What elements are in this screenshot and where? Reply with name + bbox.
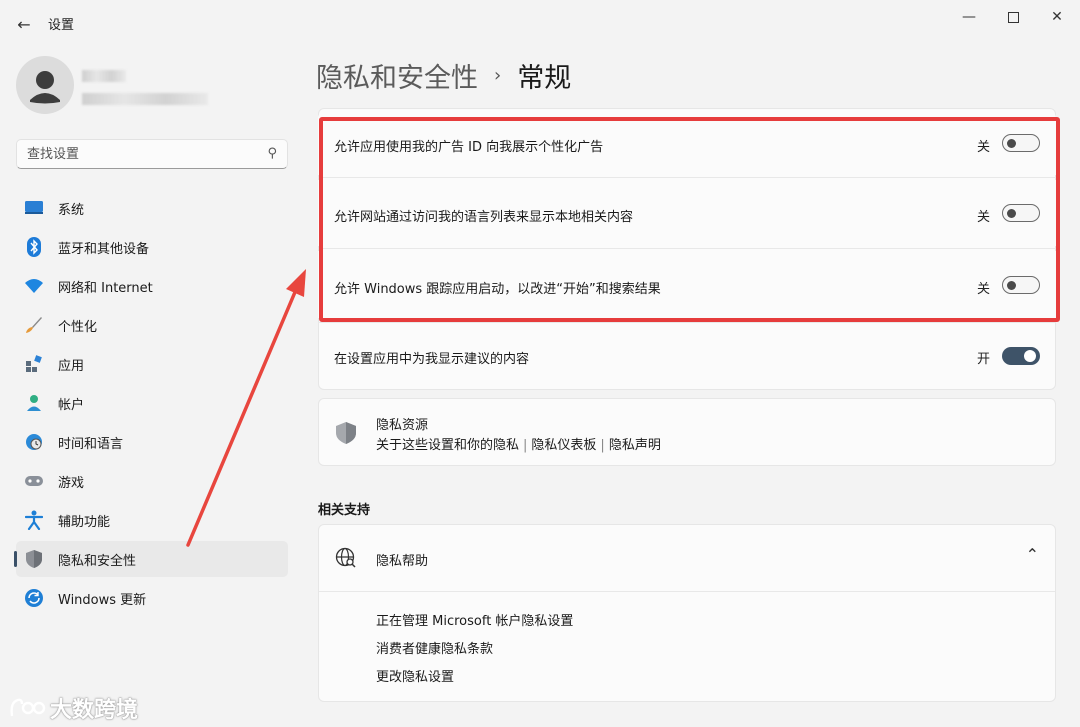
update-icon xyxy=(24,588,44,608)
annotation-arrow xyxy=(186,269,306,547)
active-indicator xyxy=(14,551,17,567)
watermark-text: 大数跨境 xyxy=(50,698,139,723)
privacy-link-about[interactable]: 关于这些设置和你的隐私 xyxy=(376,438,519,453)
link-separator: | xyxy=(600,438,605,453)
wifi-icon xyxy=(24,276,44,296)
setting-row-language-list: 允许网站通过访问我的语言列表来显示本地相关内容 关 xyxy=(318,180,1056,246)
person-icon xyxy=(24,393,44,413)
search-input[interactable] xyxy=(17,140,277,168)
sidebar-item-label: 系统 xyxy=(58,202,85,218)
sidebar-item-label: 网络和 Internet xyxy=(58,280,153,296)
brush-icon xyxy=(24,315,44,335)
breadcrumb: 隐私和安全性 › 常规 xyxy=(316,56,571,95)
language-list-toggle[interactable] xyxy=(1002,204,1040,222)
help-link-change-settings[interactable]: 更改隐私设置 xyxy=(376,666,454,685)
person-silhouette-icon xyxy=(30,71,60,104)
close-button[interactable]: ✕ xyxy=(1034,6,1080,28)
close-icon: ✕ xyxy=(1051,9,1063,25)
gamepad-icon xyxy=(24,471,44,491)
divider xyxy=(318,177,1056,178)
app-title: 设置 xyxy=(48,18,75,33)
suggested-content-toggle[interactable] xyxy=(1002,347,1040,365)
help-link-microsoft-account[interactable]: 正在管理 Microsoft 帐户隐私设置 xyxy=(376,610,573,629)
setting-label: 允许 Windows 跟踪应用启动，以改进“开始”和搜索结果 xyxy=(334,282,661,297)
privacy-help-header[interactable]: 隐私帮助 ⌃ xyxy=(319,525,1055,592)
watermark: 大数跨境 xyxy=(8,692,138,724)
watermark-logo-icon xyxy=(10,698,46,717)
search-box[interactable]: ⚲ xyxy=(16,139,288,169)
sidebar-item-windows-update[interactable]: Windows 更新 xyxy=(16,580,288,616)
privacy-resources-links: 关于这些设置和你的隐私 | 隐私仪表板 | 隐私声明 xyxy=(376,434,661,453)
divider xyxy=(318,248,1056,249)
system-icon xyxy=(24,198,44,218)
section-title-related-support: 相关支持 xyxy=(318,503,371,518)
help-link-consumer-health[interactable]: 消费者健康隐私条款 xyxy=(376,638,493,657)
globe-clock-icon xyxy=(24,432,44,452)
toggle-state-text: 开 xyxy=(976,352,990,367)
sidebar-item-label: 应用 xyxy=(58,358,85,374)
privacy-help-title: 隐私帮助 xyxy=(376,554,429,569)
sidebar-item-label: 游戏 xyxy=(58,475,85,491)
setting-label: 允许网站通过访问我的语言列表来显示本地相关内容 xyxy=(334,210,634,225)
breadcrumb-parent[interactable]: 隐私和安全性 xyxy=(316,56,478,95)
back-arrow-icon: ← xyxy=(17,14,31,34)
setting-label: 在设置应用中为我显示建议的内容 xyxy=(334,352,530,367)
bluetooth-icon xyxy=(24,237,44,257)
sidebar-item-label: 辅助功能 xyxy=(58,514,111,530)
sidebar-item-label: 个性化 xyxy=(58,319,98,335)
ad-id-toggle[interactable] xyxy=(1002,134,1040,152)
chevron-right-icon: › xyxy=(494,65,502,86)
privacy-resources-card: 隐私资源 关于这些设置和你的隐私 | 隐私仪表板 | 隐私声明 xyxy=(318,398,1056,466)
back-button[interactable]: ← xyxy=(10,10,38,38)
page-title: 常规 xyxy=(517,63,572,94)
setting-row-suggested-content: 在设置应用中为我显示建议的内容 开 xyxy=(318,323,1056,389)
chevron-up-icon[interactable]: ⌃ xyxy=(1026,545,1039,564)
sidebar-item-label: 帐户 xyxy=(58,397,85,413)
search-icon[interactable]: ⚲ xyxy=(267,146,277,161)
sidebar-item-label: 隐私和安全性 xyxy=(58,553,137,569)
setting-row-ad-id: 允许应用使用我的广告 ID 向我展示个性化广告 关 xyxy=(318,112,1056,175)
minimize-button[interactable]: — xyxy=(946,6,992,28)
apps-icon xyxy=(24,354,44,374)
privacy-link-dashboard[interactable]: 隐私仪表板 xyxy=(531,438,596,453)
shield-icon xyxy=(24,549,44,569)
sidebar-item-label: 时间和语言 xyxy=(58,436,124,452)
privacy-link-statement[interactable]: 隐私声明 xyxy=(609,438,661,453)
toggle-state-text: 关 xyxy=(976,140,990,155)
minimize-icon: — xyxy=(962,9,976,25)
setting-row-app-launch-tracking: 允许 Windows 跟踪应用启动，以改进“开始”和搜索结果 关 xyxy=(318,251,1056,318)
toggle-state-text: 关 xyxy=(976,282,990,297)
sidebar-item-system[interactable]: 系统 xyxy=(16,190,288,226)
sidebar-item-label: Windows 更新 xyxy=(58,592,147,608)
maximize-button[interactable] xyxy=(990,6,1036,28)
maximize-icon xyxy=(1007,11,1019,23)
avatar[interactable] xyxy=(16,56,74,114)
toggle-state-text: 关 xyxy=(976,210,990,225)
setting-label: 允许应用使用我的广告 ID 向我展示个性化广告 xyxy=(334,140,604,155)
blurred-account-email xyxy=(82,93,208,105)
shield-icon xyxy=(336,422,356,444)
app-launch-tracking-toggle[interactable] xyxy=(1002,276,1040,294)
globe-search-icon xyxy=(335,547,356,568)
sidebar-item-bluetooth[interactable]: 蓝牙和其他设备 xyxy=(16,229,288,265)
link-separator: | xyxy=(523,438,528,453)
privacy-resources-title: 隐私资源 xyxy=(376,418,429,433)
blurred-account-name xyxy=(82,70,126,82)
sidebar-item-label: 蓝牙和其他设备 xyxy=(58,241,150,257)
accessibility-icon xyxy=(24,510,44,530)
